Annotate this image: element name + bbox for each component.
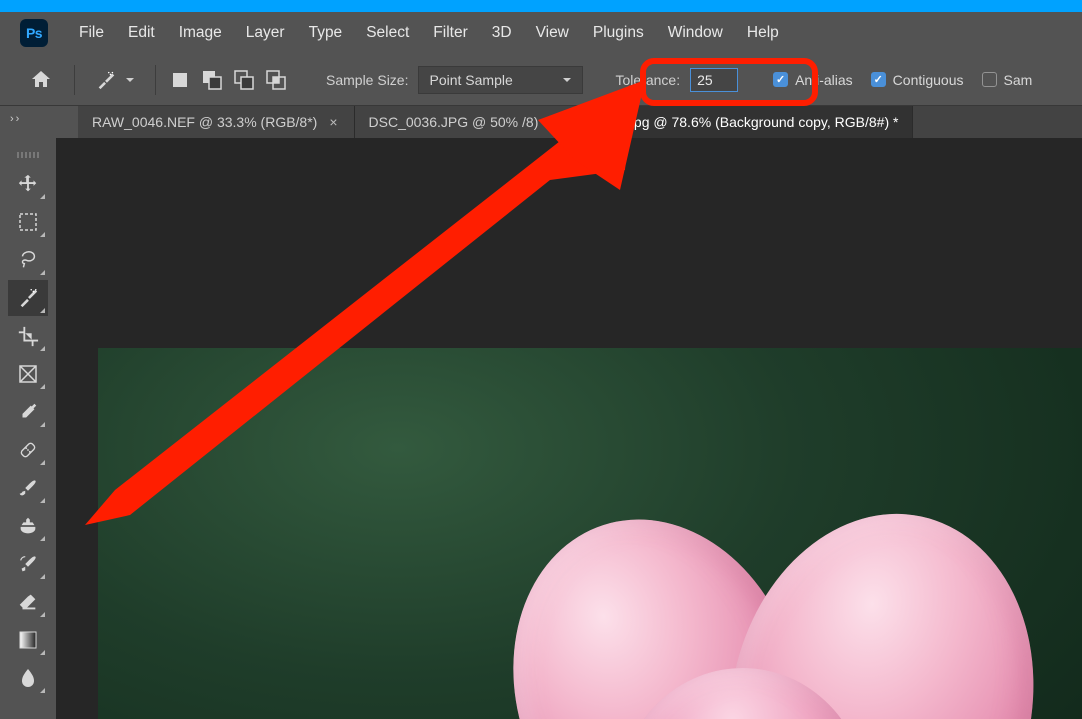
tolerance-label: Tolerance: [609, 72, 686, 88]
sample-size-value: Point Sample [429, 72, 512, 88]
document-tab[interactable]: DSC_0036.JPG @ 50% /8) × [355, 106, 576, 138]
check-icon [982, 72, 997, 87]
close-icon[interactable]: × [548, 114, 560, 130]
menu-type[interactable]: Type [298, 20, 354, 46]
menu-filter[interactable]: Filter [422, 20, 478, 46]
frame-tool[interactable] [8, 356, 48, 392]
menu-help[interactable]: Help [736, 20, 790, 46]
menu-file[interactable]: File [68, 20, 115, 46]
home-button[interactable] [18, 62, 64, 98]
menu-bar: Ps File Edit Image Layer Type Select Fil… [0, 12, 1082, 54]
check-icon [871, 72, 886, 87]
subtract-from-selection-button[interactable] [230, 66, 258, 94]
eraser-tool[interactable] [8, 584, 48, 620]
menu-window[interactable]: Window [657, 20, 734, 46]
document-tab[interactable]: ocelot.jpg @ 78.6% (Background copy, RGB… [576, 106, 914, 138]
check-icon [773, 72, 788, 87]
tool-preset-picker[interactable] [85, 69, 145, 91]
sample-size-label: Sample Size: [320, 72, 414, 88]
menu-layer[interactable]: Layer [235, 20, 296, 46]
antialias-checkbox[interactable]: Anti-alias [766, 72, 860, 88]
menu-image[interactable]: Image [168, 20, 233, 46]
intersect-selection-button[interactable] [262, 66, 290, 94]
tolerance-input[interactable] [690, 68, 738, 92]
new-selection-button[interactable] [166, 66, 194, 94]
menu-plugins[interactable]: Plugins [582, 20, 655, 46]
chevron-down-icon [562, 75, 572, 85]
move-tool[interactable] [8, 166, 48, 202]
sample-all-label: Sam [1004, 72, 1033, 88]
workspace [0, 138, 1082, 719]
menu-edit[interactable]: Edit [117, 20, 166, 46]
document-tab-strip: RAW_0046.NEF @ 33.3% (RGB/8*) × DSC_0036… [0, 106, 1082, 138]
tab-label: RAW_0046.NEF @ 33.3% (RGB/8*) [92, 114, 317, 130]
panel-grip[interactable] [8, 152, 48, 158]
menu-3d[interactable]: 3D [481, 20, 523, 46]
add-to-selection-button[interactable] [198, 66, 226, 94]
menu-view[interactable]: View [525, 20, 580, 46]
options-bar: Sample Size: Point Sample Tolerance: Ant… [0, 54, 1082, 106]
blur-tool[interactable] [8, 660, 48, 696]
close-icon[interactable]: × [327, 114, 339, 130]
brush-tool[interactable] [8, 470, 48, 506]
antialias-label: Anti-alias [795, 72, 853, 88]
sample-size-select[interactable]: Point Sample [418, 66, 583, 94]
spot-healing-tool[interactable] [8, 432, 48, 468]
contiguous-label: Contiguous [893, 72, 964, 88]
document-canvas[interactable] [98, 348, 1082, 719]
sample-all-checkbox[interactable]: Sam [975, 72, 1040, 88]
gradient-tool[interactable] [8, 622, 48, 658]
canvas-area[interactable] [56, 138, 1082, 719]
clone-stamp-tool[interactable] [8, 508, 48, 544]
window-titlebar [0, 0, 1082, 12]
contiguous-checkbox[interactable]: Contiguous [864, 72, 971, 88]
history-brush-tool[interactable] [8, 546, 48, 582]
crop-tool[interactable] [8, 318, 48, 354]
menu-select[interactable]: Select [355, 20, 420, 46]
document-tab[interactable]: RAW_0046.NEF @ 33.3% (RGB/8*) × [78, 106, 355, 138]
magic-wand-tool[interactable] [8, 280, 48, 316]
chevron-down-icon [125, 75, 135, 85]
tab-label: ocelot.jpg @ 78.6% (Background copy, RGB… [590, 114, 899, 130]
tab-label: DSC_0036.JPG @ 50% /8) [369, 114, 539, 130]
app-logo: Ps [20, 19, 48, 47]
eyedropper-tool[interactable] [8, 394, 48, 430]
lasso-tool[interactable] [8, 242, 48, 278]
toolbox [0, 138, 56, 719]
marquee-tool[interactable] [8, 204, 48, 240]
expand-panels-icon[interactable]: ›› [10, 113, 21, 125]
separator [74, 65, 75, 95]
separator [155, 65, 156, 95]
